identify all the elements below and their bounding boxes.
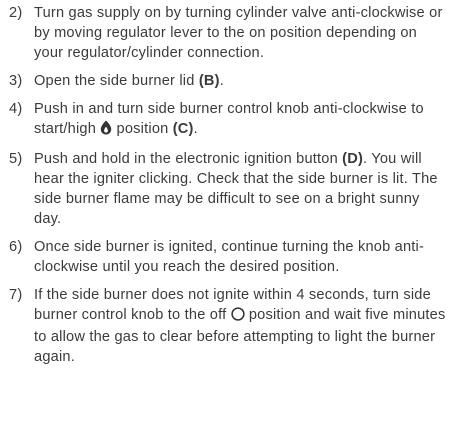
list-item: 4) Push in and turn side burner control … [9, 99, 449, 141]
list-item: 6) Once side burner is ignited, continue… [9, 237, 449, 277]
figure-reference: (D) [342, 151, 364, 167]
step-text-end: . [219, 73, 224, 89]
step-text: Turn gas supply on by turning cylinder v… [34, 5, 443, 61]
step-text: Once side burner is ignited, continue tu… [34, 239, 425, 275]
instruction-list: 2) Turn gas supply on by turning cylinde… [0, 0, 457, 367]
list-item: 3) Open the side burner lid (B). [9, 71, 449, 91]
flame-icon [100, 120, 112, 141]
step-number: 2) [9, 5, 23, 21]
list-item: 7) If the side burner does not ignite wi… [9, 285, 449, 367]
step-number: 5) [9, 151, 23, 167]
step-number: 6) [9, 239, 23, 255]
figure-reference: (B) [198, 73, 220, 89]
off-circle-icon [230, 307, 245, 327]
list-item: 5) Push and hold in the electronic ignit… [9, 149, 449, 229]
step-number: 4) [9, 101, 23, 117]
step-number: 3) [9, 73, 23, 89]
step-text: Push in and turn side burner control kno… [34, 101, 424, 137]
step-text: Open the side burner lid [34, 73, 199, 89]
step-text: Push and hold in the electronic ignition… [34, 151, 343, 167]
step-text-middle: position [112, 121, 173, 137]
list-item: 2) Turn gas supply on by turning cylinde… [9, 3, 449, 63]
step-number: 7) [9, 287, 23, 303]
step-text-end: . [193, 121, 198, 137]
figure-reference: (C) [172, 121, 194, 137]
